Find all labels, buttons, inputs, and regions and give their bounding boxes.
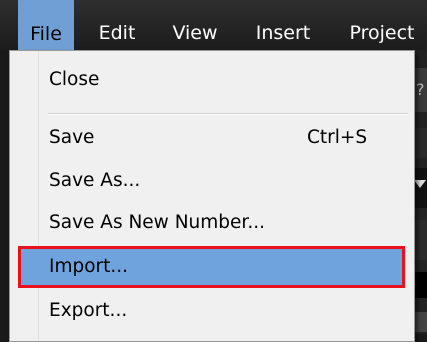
menu-separator: [48, 113, 408, 115]
menu-view[interactable]: View: [163, 0, 227, 50]
chevron-down-icon: [414, 180, 426, 188]
menu-item-export[interactable]: Export...: [20, 292, 402, 330]
menu-edit[interactable]: Edit: [88, 0, 146, 50]
file-menu-dropdown: Close Save Ctrl+S Save As... Save As New…: [9, 50, 415, 342]
menu-item-save-as[interactable]: Save As...: [20, 162, 402, 200]
help-icon: ?: [416, 80, 425, 99]
menu-insert[interactable]: Insert: [243, 0, 323, 50]
menu-project[interactable]: Project: [337, 0, 427, 50]
menu-item-close[interactable]: Close: [20, 61, 402, 99]
menu-bar: File Edit View Insert Project: [0, 0, 427, 50]
menu-item-label: Export...: [49, 300, 128, 321]
menu-item-label: Import...: [49, 256, 129, 277]
menu-item-shortcut: Ctrl+S: [307, 127, 368, 148]
menu-item-label: Save As New Number...: [49, 212, 265, 233]
menu-item-label: Save: [49, 127, 95, 148]
menu-item-label: Close: [49, 69, 100, 90]
menu-file[interactable]: File: [18, 0, 74, 50]
menu-item-label: Save As...: [49, 170, 141, 191]
menu-item-import[interactable]: Import...: [18, 246, 405, 288]
menu-item-save[interactable]: Save Ctrl+S: [20, 119, 402, 157]
menu-item-save-as-new-number[interactable]: Save As New Number...: [20, 204, 402, 242]
